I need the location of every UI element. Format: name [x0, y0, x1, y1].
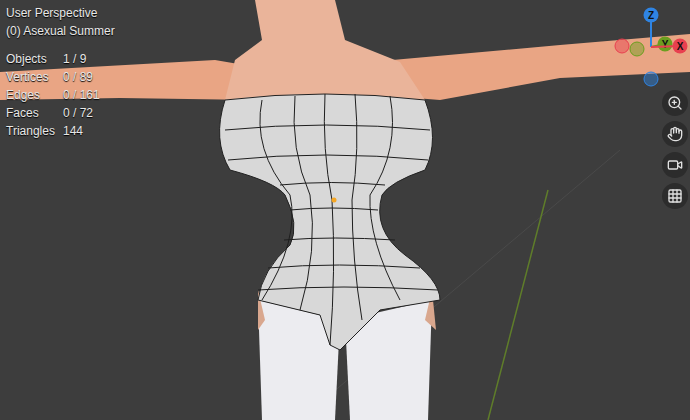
axis-handle[interactable] — [644, 8, 659, 23]
navigation-buttons — [662, 90, 688, 209]
axis-handle[interactable] — [673, 39, 688, 54]
statistic-label: Objects — [6, 50, 63, 68]
statistic-value: 144 — [63, 122, 83, 140]
pan-hand-icon — [667, 126, 683, 142]
statistic-label: Faces — [6, 104, 63, 122]
axis-label: Y — [662, 39, 669, 50]
statistic-row: Objects1 / 9 — [6, 50, 115, 68]
navigation-gizmo[interactable]: Z YX — [612, 0, 688, 92]
statistic-value: 0 / 89 — [63, 68, 93, 86]
viewport-info-overlay: User Perspective(0) Asexual Summer Object… — [6, 4, 115, 140]
negative-axis-handle[interactable] — [644, 72, 658, 86]
statistic-value: 1 / 9 — [63, 50, 86, 68]
blender-viewport: User Perspective(0) Asexual Summer Object… — [0, 0, 690, 420]
scene-statistics: Objects1 / 9Vertices0 / 89Edges0 / 161Fa… — [6, 50, 115, 140]
navigation-button[interactable] — [662, 183, 688, 209]
statistic-row: Triangles144 — [6, 122, 115, 140]
statistic-label: Triangles — [6, 122, 63, 140]
statistic-value: 0 / 72 — [63, 104, 93, 122]
navigation-button[interactable] — [662, 152, 688, 178]
view-name: User Perspective — [6, 4, 115, 22]
axis-handle[interactable] — [658, 37, 673, 52]
active-object-name: (0) Asexual Summer — [6, 22, 115, 40]
camera-icon — [667, 157, 683, 173]
statistic-row: Edges0 / 161 — [6, 86, 115, 104]
zoom-icon — [667, 95, 683, 111]
negative-axis-handle[interactable] — [615, 39, 629, 53]
statistic-value: 0 / 161 — [63, 86, 100, 104]
axis-label: X — [677, 41, 684, 52]
axis-label: Z — [648, 10, 654, 21]
statistic-label: Vertices — [6, 68, 63, 86]
viewport-scene[interactable] — [0, 0, 690, 420]
grid-icon — [667, 188, 683, 204]
navigation-button[interactable] — [662, 121, 688, 147]
statistic-row: Faces0 / 72 — [6, 104, 115, 122]
statistic-label: Edges — [6, 86, 63, 104]
negative-axis-handle[interactable] — [630, 42, 644, 56]
navigation-button[interactable] — [662, 90, 688, 116]
statistic-row: Vertices0 / 89 — [6, 68, 115, 86]
